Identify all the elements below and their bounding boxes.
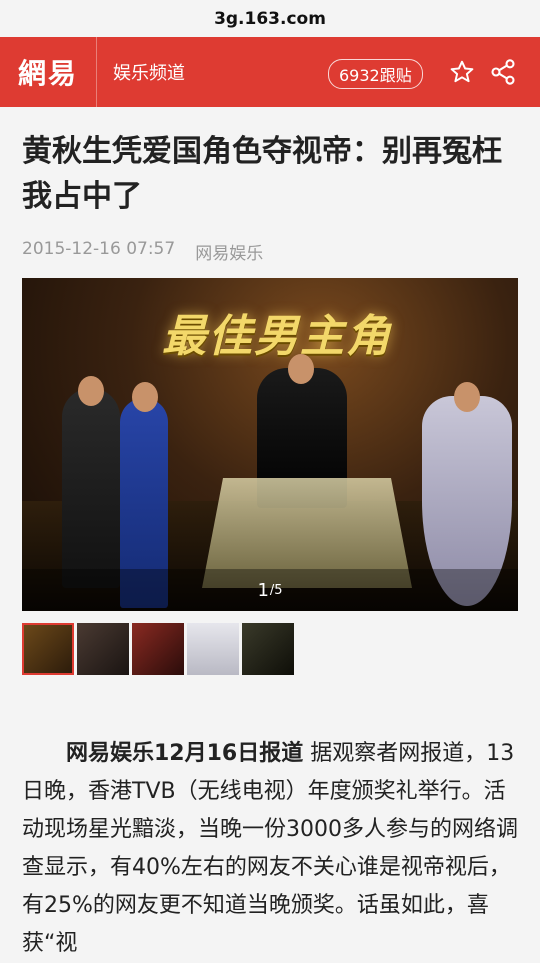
- article-lead: 网易娱乐12月16日报道: [66, 741, 304, 766]
- gallery-thumbnail[interactable]: [242, 623, 294, 675]
- star-icon: [450, 60, 474, 83]
- gallery-counter: 1/5: [22, 569, 518, 611]
- figure-head: [132, 382, 158, 412]
- figure-head: [78, 376, 104, 406]
- gallery-current: 1: [257, 579, 269, 601]
- photo-banner-text: 最佳男主角: [162, 311, 392, 362]
- article-title: 黄秋生凭爱国角色夺视帝：别再冤枉我占中了: [22, 134, 502, 214]
- site-header: 網易 娱乐频道 6932跟贴: [0, 37, 540, 107]
- article-body: 网易娱乐12月16日报道 据观察者网报道，13日晚，香港TVB（无线电视）年度颁…: [22, 735, 518, 963]
- favorite-button[interactable]: [447, 57, 477, 87]
- gallery-thumbnail[interactable]: [22, 623, 74, 675]
- url-bar[interactable]: 3g.163.com: [0, 0, 540, 37]
- gallery-thumbnails: [22, 623, 518, 675]
- comment-count-button[interactable]: 6932跟贴: [328, 59, 423, 89]
- presenter-figure: [62, 388, 120, 588]
- gallery-thumbnail[interactable]: [77, 623, 129, 675]
- article-meta: 2015-12-16 07:57 网易娱乐: [22, 239, 518, 264]
- article-date: 2015-12-16 07:57: [22, 239, 176, 259]
- share-icon: [491, 59, 515, 85]
- channel-name[interactable]: 娱乐频道: [113, 59, 185, 85]
- figure-head: [454, 382, 480, 412]
- netease-logo[interactable]: 網易: [0, 37, 97, 107]
- article-source[interactable]: 网易娱乐: [195, 239, 263, 264]
- gallery-main-photo[interactable]: 最佳男主角 1/5: [22, 278, 518, 611]
- comment-count-label: 6932跟贴: [339, 66, 412, 85]
- figure-head: [288, 354, 314, 384]
- gallery-thumbnail[interactable]: [187, 623, 239, 675]
- gallery-thumbnail[interactable]: [132, 623, 184, 675]
- article-paragraph: 据观察者网报道，13日晚，香港TVB（无线电视）年度颁奖礼举行。活动现场星光黯淡…: [22, 741, 518, 956]
- gallery-total: /5: [269, 582, 283, 598]
- share-button[interactable]: [488, 57, 518, 87]
- url-text: 3g.163.com: [214, 8, 326, 29]
